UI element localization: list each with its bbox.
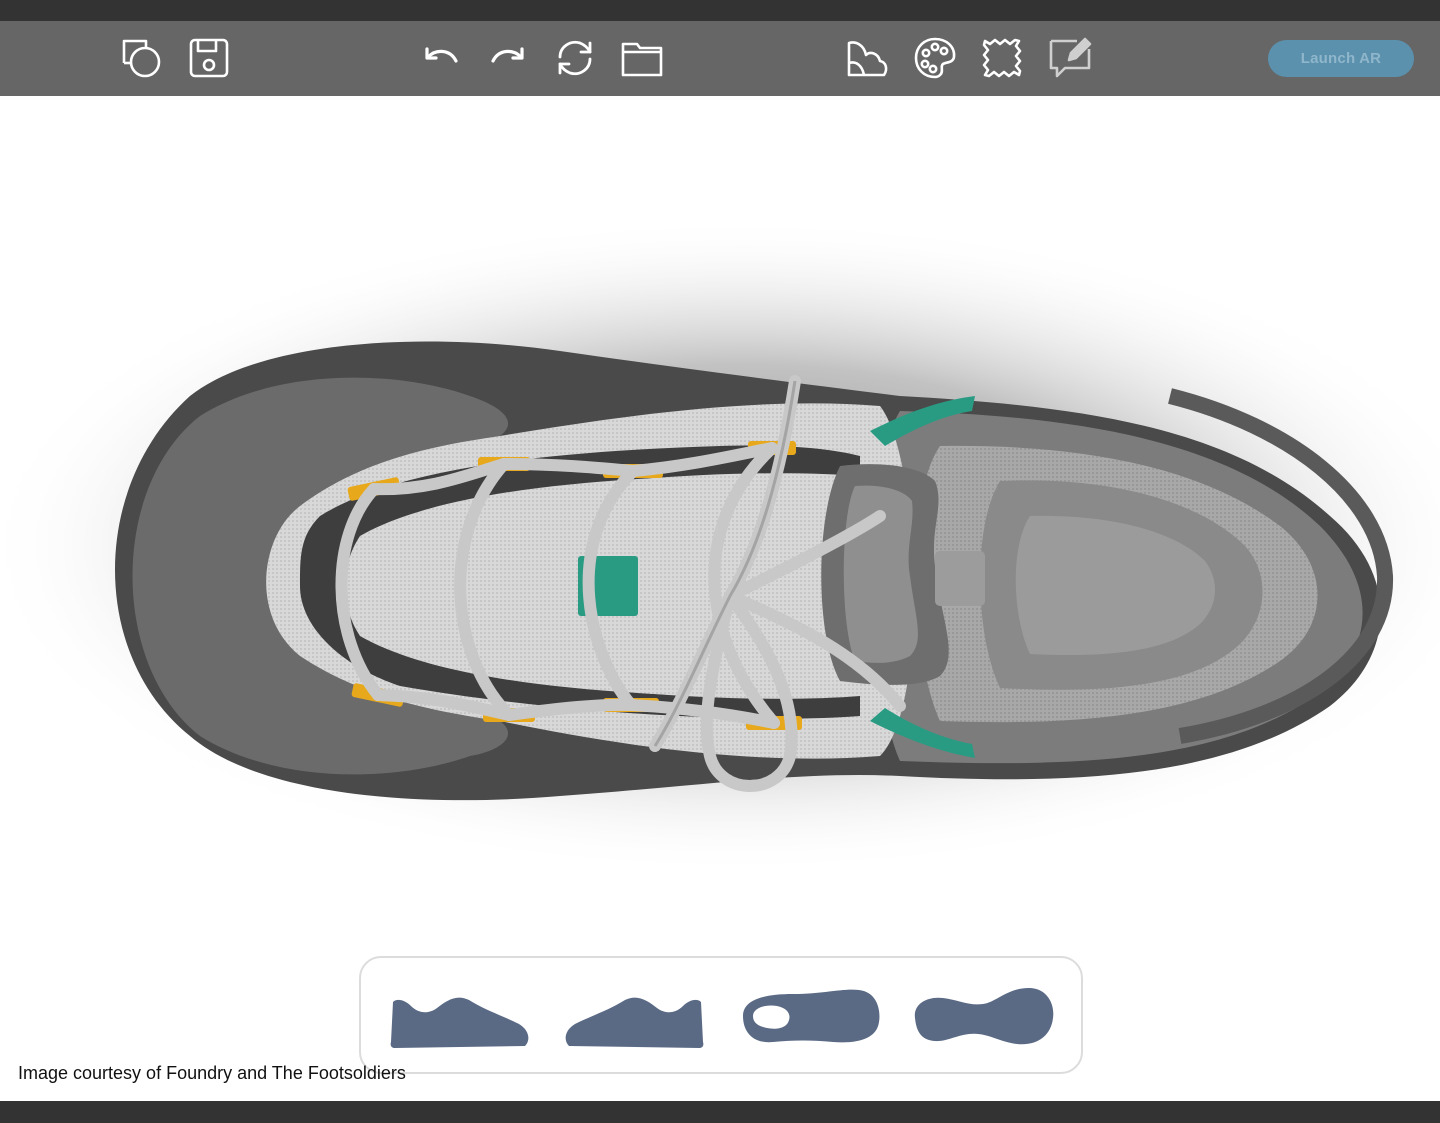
undo-button[interactable] — [416, 33, 466, 83]
palette-button[interactable] — [910, 33, 960, 83]
save-button[interactable] — [184, 33, 234, 83]
redo-icon — [491, 47, 524, 63]
top-view-icon — [743, 989, 880, 1043]
stitch-patch-icon — [982, 38, 1022, 78]
view-button-side-right[interactable] — [559, 980, 709, 1052]
annotate-icon — [1049, 37, 1092, 78]
view-button-top[interactable] — [733, 980, 883, 1052]
palette-icon — [914, 37, 956, 79]
stitch-patch-button[interactable] — [977, 33, 1027, 83]
annotate-button[interactable] — [1045, 33, 1095, 83]
duplicate-icon — [122, 39, 161, 78]
refresh-button[interactable] — [550, 33, 600, 83]
bottom-window-strip — [0, 1101, 1440, 1123]
refresh-icon — [558, 40, 592, 76]
view-button-side-left[interactable] — [385, 980, 535, 1052]
duplicate-button[interactable] — [116, 33, 166, 83]
shoe-3d-model — [0, 216, 1440, 876]
3d-viewport[interactable] — [0, 96, 1440, 1101]
view-selector-panel — [359, 956, 1083, 1074]
toolbar: Launch AR — [0, 21, 1440, 96]
materials-icon — [847, 41, 888, 77]
open-folder-button[interactable] — [617, 33, 667, 83]
folder-icon — [621, 42, 663, 77]
undo-icon — [425, 47, 458, 63]
side-view-right-icon — [565, 997, 704, 1048]
top-window-strip — [0, 0, 1440, 21]
save-icon — [189, 38, 229, 78]
bottom-view-icon — [914, 988, 1054, 1045]
launch-ar-button[interactable]: Launch AR — [1268, 40, 1414, 77]
side-view-left-icon — [390, 997, 529, 1048]
view-button-bottom[interactable] — [907, 980, 1057, 1052]
redo-button[interactable] — [483, 33, 533, 83]
image-credit: Image courtesy of Foundry and The Footso… — [18, 1063, 406, 1083]
materials-button[interactable] — [842, 33, 892, 83]
